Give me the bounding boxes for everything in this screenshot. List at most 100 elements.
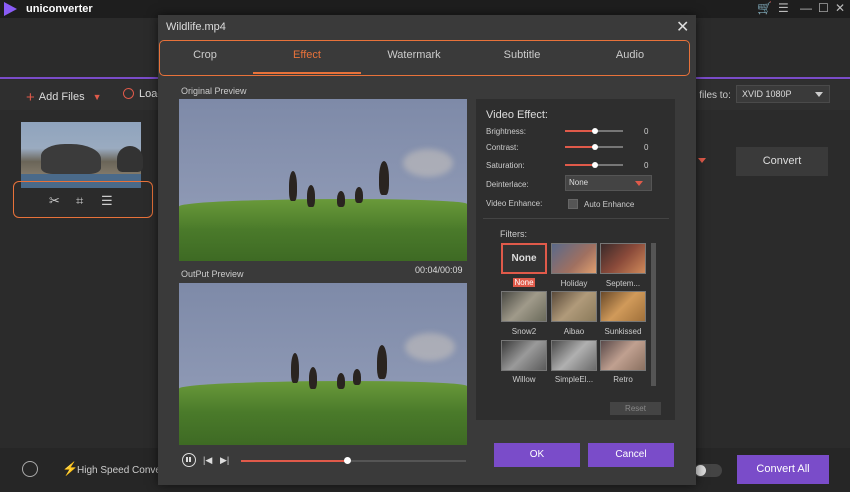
convert-all-files-to-label: ll files to: xyxy=(692,90,731,101)
alarm-clock-icon[interactable] xyxy=(22,461,38,477)
maximize-button[interactable]: ☐ xyxy=(818,1,829,15)
filters-title: Filters: xyxy=(500,229,527,239)
playback-progress xyxy=(241,460,347,462)
close-icon[interactable]: ✕ xyxy=(676,17,689,37)
bird-shape xyxy=(291,353,299,383)
lightning-icon: ⚡ xyxy=(62,461,79,476)
video-effect-title: Video Effect: xyxy=(486,109,548,121)
tab-audio[interactable]: Audio xyxy=(585,49,675,61)
minimize-button[interactable]: — xyxy=(800,1,812,15)
thumbnail-seal-shape xyxy=(41,144,101,174)
high-speed-conversion-label: High Speed Convers xyxy=(77,465,170,476)
app-name: uniconverter xyxy=(26,3,93,15)
previous-frame-icon[interactable]: |◀ xyxy=(203,455,212,466)
output-format-value: XVID 1080P xyxy=(742,89,792,99)
bird-shape xyxy=(377,345,387,379)
original-preview-label: Original Preview xyxy=(181,86,247,96)
ok-button[interactable]: OK xyxy=(494,443,580,467)
panel-divider xyxy=(483,218,669,219)
brightness-slider-fill xyxy=(565,130,595,132)
contrast-label: Contrast: xyxy=(486,143,519,152)
filter-willow[interactable] xyxy=(501,340,547,371)
bird-shape xyxy=(307,185,315,207)
close-window-button[interactable]: ✕ xyxy=(835,1,845,15)
bird-shape xyxy=(337,373,345,389)
active-tab-indicator xyxy=(253,72,361,74)
timecode: 00:04/00:09 xyxy=(415,265,463,275)
saturation-label: Saturation: xyxy=(486,161,525,170)
bird-shape xyxy=(355,187,363,203)
output-preview-label: OutPut Preview xyxy=(181,269,244,279)
dialog-title: Wildlife.mp4 xyxy=(166,21,226,33)
video-thumbnail[interactable] xyxy=(21,122,143,188)
output-format-select[interactable]: XVID 1080P xyxy=(736,85,830,103)
tab-watermark[interactable]: Watermark xyxy=(369,49,459,61)
filter-retro[interactable] xyxy=(600,340,646,371)
saturation-slider-fill xyxy=(565,164,595,166)
brightness-slider-handle[interactable] xyxy=(592,128,598,134)
bird-shape xyxy=(289,171,297,201)
bird-shape xyxy=(337,191,345,207)
deinterlace-label: Deinterlace: xyxy=(486,180,529,189)
pause-icon[interactable] xyxy=(182,453,196,467)
trim-scissors-icon[interactable]: ✂ xyxy=(49,193,60,209)
load-disc-icon xyxy=(123,88,134,99)
output-preview xyxy=(179,283,467,445)
toggle-knob xyxy=(695,465,706,476)
plus-icon: + xyxy=(26,89,35,106)
deinterlace-value: None xyxy=(569,178,589,187)
filter-aibao[interactable] xyxy=(551,291,597,322)
contrast-slider-fill xyxy=(565,146,595,148)
contrast-slider-handle[interactable] xyxy=(592,144,598,150)
cart-icon[interactable]: 🛒 xyxy=(757,1,772,15)
filter-label-none: None xyxy=(513,278,535,287)
menu-icon[interactable]: ☰ xyxy=(778,1,789,15)
filter-label-september: Septem... xyxy=(605,279,641,288)
auto-enhance-label: Auto Enhance xyxy=(584,200,635,209)
filter-label-retro: Retro xyxy=(613,375,633,384)
brightness-value: 0 xyxy=(644,127,649,136)
tab-effect[interactable]: Effect xyxy=(262,49,352,61)
video-enhance-label: Video Enhance: xyxy=(486,199,543,208)
filter-snow2[interactable] xyxy=(501,291,547,322)
flying-bird-shape xyxy=(405,333,455,361)
filter-sunkissed[interactable] xyxy=(600,291,646,322)
auto-enhance-checkbox[interactable] xyxy=(568,199,578,209)
thumbnail-rock-shape xyxy=(117,146,143,172)
flying-bird-shape xyxy=(403,149,453,177)
reset-button[interactable]: Reset xyxy=(610,402,661,415)
bird-shape xyxy=(379,161,389,195)
add-files-button[interactable]: + Add Files ▼ xyxy=(26,89,102,106)
next-frame-icon[interactable]: ▶| xyxy=(220,455,229,466)
brightness-label: Brightness: xyxy=(486,127,527,136)
chevron-down-icon xyxy=(635,181,643,186)
effects-sliders-icon[interactable]: ☰ xyxy=(101,193,113,209)
merge-toggle[interactable] xyxy=(694,464,722,477)
bird-shape xyxy=(353,369,361,385)
chevron-down-icon[interactable]: ▼ xyxy=(93,92,102,102)
saturation-slider-handle[interactable] xyxy=(592,162,598,168)
filter-simple-elegant[interactable] xyxy=(551,340,597,371)
convert-button[interactable]: Convert xyxy=(736,147,828,176)
chevron-down-icon xyxy=(815,92,823,97)
chevron-down-icon[interactable] xyxy=(698,158,706,163)
tab-crop[interactable]: Crop xyxy=(160,49,250,61)
filter-none[interactable]: None xyxy=(501,243,547,274)
add-files-label: Add Files xyxy=(38,91,85,103)
cancel-button[interactable]: Cancel xyxy=(588,443,674,467)
contrast-value: 0 xyxy=(644,143,649,152)
playback-slider-handle[interactable] xyxy=(344,457,351,464)
crop-icon[interactable]: ⌗ xyxy=(76,193,83,209)
original-preview xyxy=(179,99,467,261)
convert-all-button[interactable]: Convert All xyxy=(737,455,829,484)
preview-grass xyxy=(179,381,467,445)
deinterlace-select[interactable]: None xyxy=(565,175,652,191)
filters-scrollbar[interactable] xyxy=(651,243,656,386)
filter-september[interactable] xyxy=(600,243,646,274)
filter-label-sunkissed: Sunkissed xyxy=(604,327,642,336)
tab-subtitle[interactable]: Subtitle xyxy=(477,49,567,61)
preview-grass xyxy=(179,199,467,261)
filter-holiday[interactable] xyxy=(551,243,597,274)
filter-none-thumb-text: None xyxy=(511,253,537,264)
saturation-value: 0 xyxy=(644,161,649,170)
